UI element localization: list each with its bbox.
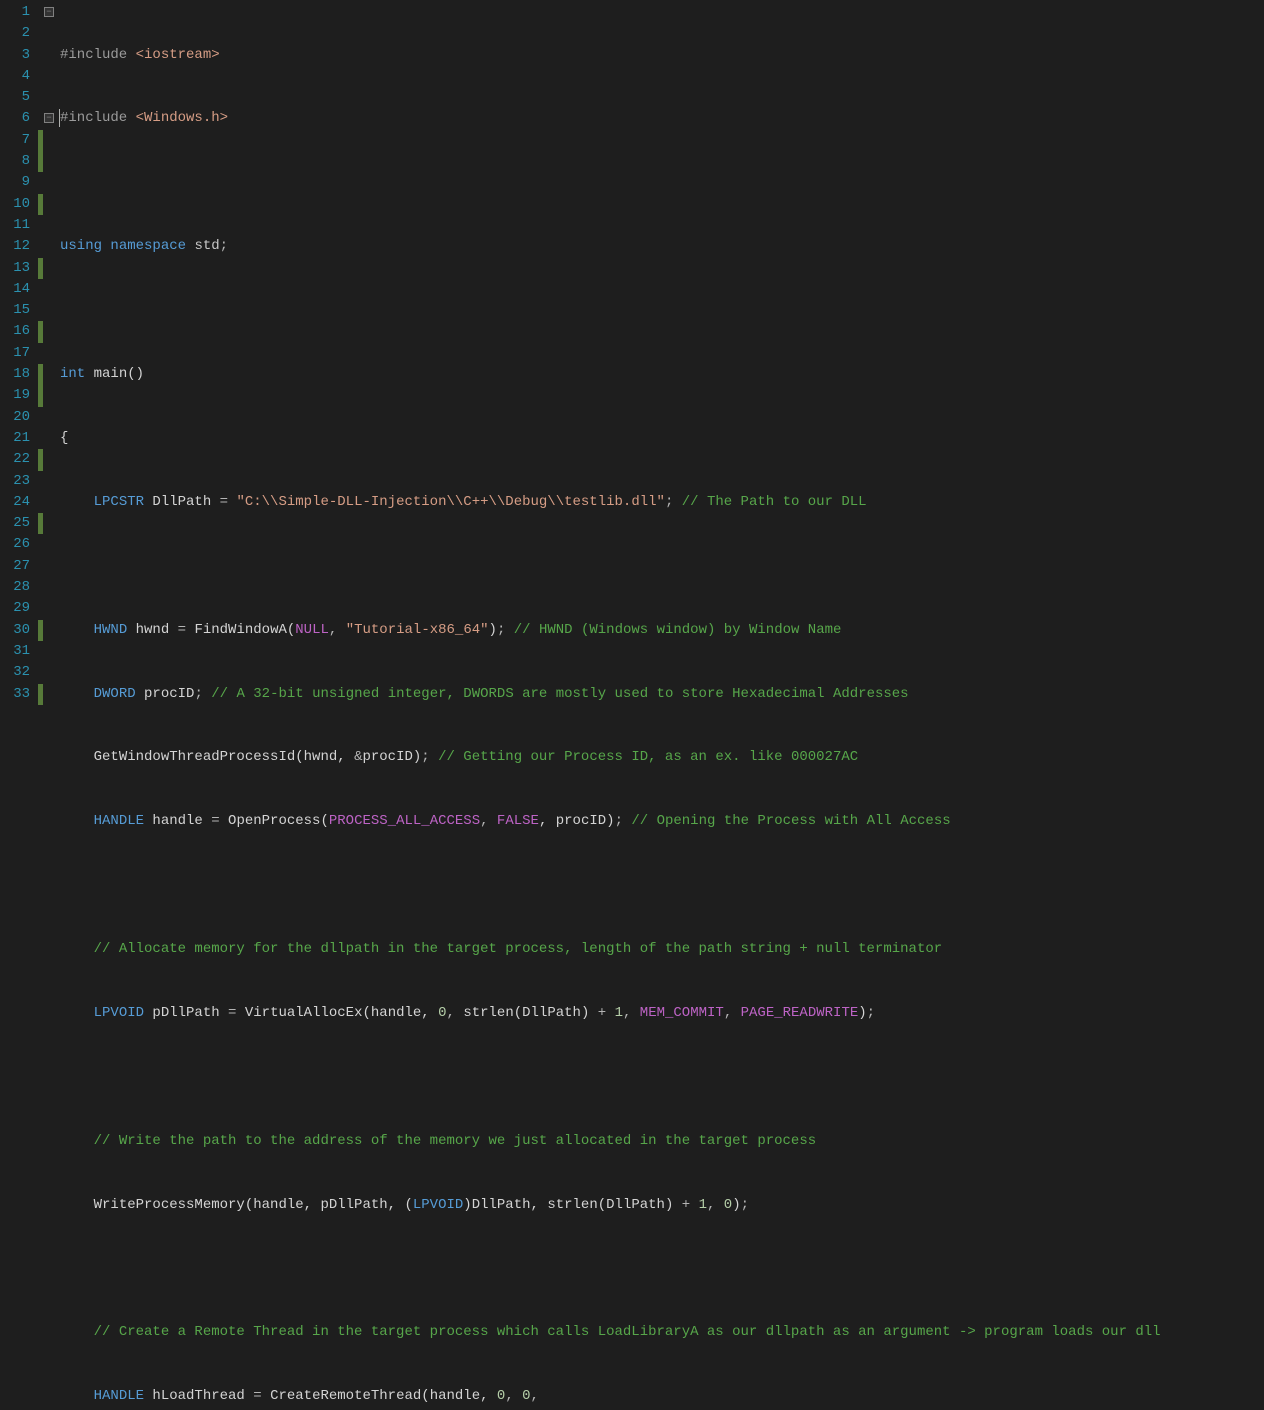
fold-toggle-icon[interactable]: − <box>44 7 54 17</box>
line-number: 10 <box>0 194 38 215</box>
change-marker <box>38 364 43 385</box>
line-number: 7 <box>0 130 38 151</box>
line-number: 8 <box>0 151 38 172</box>
line-number: 17 <box>0 343 38 364</box>
line-number: 20 <box>0 407 38 428</box>
line-number: 14 <box>0 279 38 300</box>
change-marker <box>38 194 43 215</box>
preprocessor: #include <box>60 47 136 63</box>
line-number: 26 <box>0 534 38 555</box>
line-number: 2 <box>0 23 38 44</box>
fold-toggle-icon[interactable]: − <box>44 113 54 123</box>
line-number: 6 <box>0 108 38 129</box>
include-header: <Windows.h> <box>136 110 228 126</box>
line-number: 1 <box>0 2 38 23</box>
change-marker <box>38 321 43 342</box>
line-number: 3 <box>0 45 38 66</box>
change-marker <box>38 449 43 470</box>
code-area[interactable]: #include <iostream> #include <Windows.h>… <box>60 0 1264 705</box>
line-number: 31 <box>0 641 38 662</box>
change-marker <box>38 684 43 705</box>
change-marker <box>38 130 43 151</box>
change-marker <box>38 620 43 641</box>
line-number: 15 <box>0 300 38 321</box>
change-marker <box>38 258 43 279</box>
line-number: 21 <box>0 428 38 449</box>
line-number: 16 <box>0 321 38 342</box>
line-number: 9 <box>0 172 38 193</box>
line-number: 24 <box>0 492 38 513</box>
line-number-gutter: 1 2 3 4 5 6 7 8 9 10 11 12 13 14 15 16 1… <box>0 0 38 705</box>
fold-margin[interactable]: −− <box>38 0 60 705</box>
line-number: 12 <box>0 236 38 257</box>
code-editor[interactable]: 1 2 3 4 5 6 7 8 9 10 11 12 13 14 15 16 1… <box>0 0 1264 705</box>
line-number: 5 <box>0 87 38 108</box>
line-number: 18 <box>0 364 38 385</box>
line-number: 23 <box>0 471 38 492</box>
change-marker <box>38 385 43 406</box>
change-marker <box>38 151 43 172</box>
preprocessor: #include <box>60 110 136 126</box>
line-number: 19 <box>0 385 38 406</box>
include-header: <iostream> <box>136 47 220 63</box>
line-number: 32 <box>0 662 38 683</box>
line-number: 13 <box>0 258 38 279</box>
line-number: 28 <box>0 577 38 598</box>
line-number: 11 <box>0 215 38 236</box>
line-number: 33 <box>0 684 38 705</box>
line-number: 30 <box>0 620 38 641</box>
line-number: 27 <box>0 556 38 577</box>
line-number: 22 <box>0 449 38 470</box>
line-number: 4 <box>0 66 38 87</box>
line-number: 29 <box>0 598 38 619</box>
change-marker <box>38 513 43 534</box>
line-number: 25 <box>0 513 38 534</box>
